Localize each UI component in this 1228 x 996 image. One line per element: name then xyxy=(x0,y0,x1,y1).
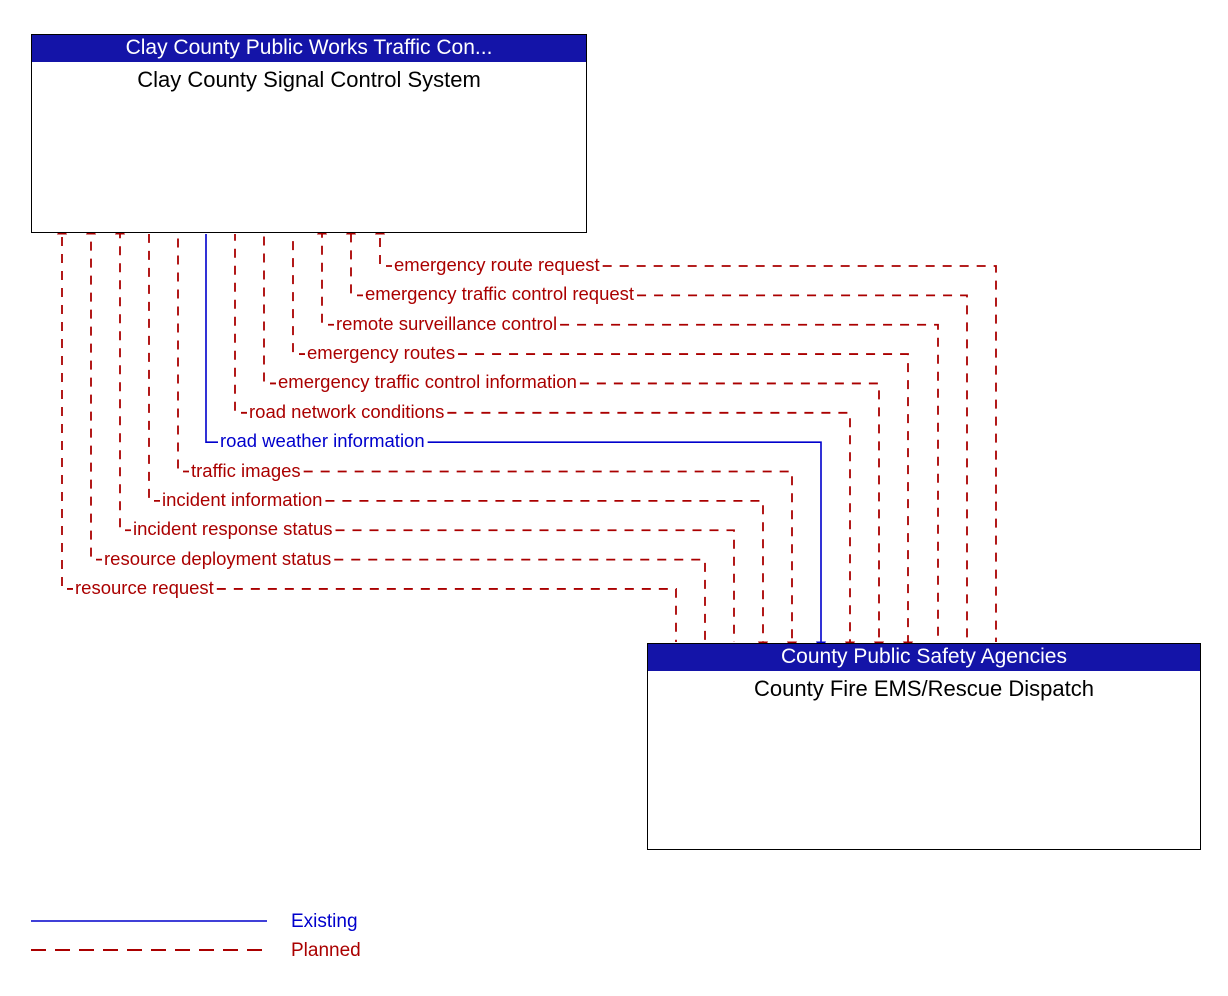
flow-label: resource deployment status xyxy=(102,547,334,569)
connector-right-arrow xyxy=(447,411,855,651)
connector-right-plain xyxy=(216,588,677,642)
connector-right-arrow xyxy=(325,499,768,651)
element-box-top[interactable]: Clay County Public Works Traffic Con... … xyxy=(31,34,587,233)
connector-right-plain xyxy=(637,294,968,642)
flow-label: incident response status xyxy=(131,518,335,540)
element-box-top-header: Clay County Public Works Traffic Con... xyxy=(32,35,586,62)
connector-right-arrow xyxy=(303,470,797,651)
legend-label-existing: Existing xyxy=(291,911,358,932)
flow-label: road network conditions xyxy=(247,400,447,422)
connector-left-arrow xyxy=(57,225,76,590)
diagram-canvas: Clay County Public Works Traffic Con... … xyxy=(0,0,1228,996)
connector-left-arrow xyxy=(115,225,134,532)
connector-left-plain xyxy=(148,234,163,502)
element-box-top-title: Clay County Signal Control System xyxy=(137,67,481,92)
flow-label: emergency routes xyxy=(305,342,458,364)
flow-label: incident information xyxy=(160,488,325,510)
flow-label: remote surveillance control xyxy=(334,312,560,334)
flow-label: emergency route request xyxy=(392,254,602,275)
connector-left-plain xyxy=(177,234,192,473)
connector-left-arrow xyxy=(317,225,337,326)
connector-left-arrow xyxy=(86,225,105,561)
element-box-bottom-title: County Fire EMS/Rescue Dispatch xyxy=(754,676,1094,701)
flow-label: emergency traffic control request xyxy=(363,283,637,305)
connector-right-plain xyxy=(560,323,939,642)
flow-label: emergency traffic control information xyxy=(276,371,579,393)
flow-label: road weather information xyxy=(218,430,427,452)
element-box-bottom-header: County Public Safety Agencies xyxy=(648,644,1200,671)
connector-right-plain xyxy=(602,265,997,642)
legend-label-planned: Planned xyxy=(291,940,361,961)
connector-left-plain xyxy=(292,234,308,355)
connector-right-arrow xyxy=(579,382,884,651)
connector-left-plain xyxy=(263,234,279,385)
connector-left-plain xyxy=(205,234,221,443)
connector-right-arrow xyxy=(427,441,826,651)
connector-right-plain xyxy=(334,558,706,642)
connector-right-plain xyxy=(335,529,735,642)
element-box-bottom[interactable]: County Public Safety Agencies County Fir… xyxy=(647,643,1201,850)
flow-label: resource request xyxy=(73,576,216,598)
flow-label: traffic images xyxy=(189,459,303,481)
connector-right-arrow xyxy=(458,353,913,651)
connector-left-plain xyxy=(234,234,250,414)
